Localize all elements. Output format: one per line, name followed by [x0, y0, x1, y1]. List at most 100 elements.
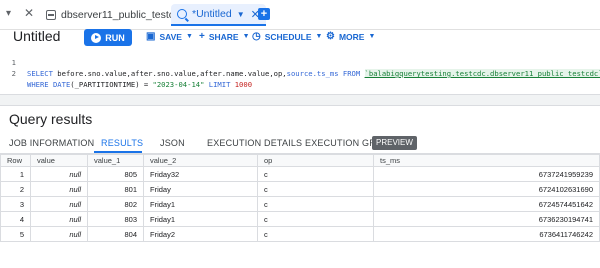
code-text: WHERE DATE(_PARTITIONTIME) = "2023-04-14…	[27, 79, 252, 90]
cell-value-2: Friday1	[143, 196, 258, 212]
cell-value-1: 801	[87, 181, 144, 197]
cell-op: c	[257, 166, 374, 182]
keyword-limit: LIMIT	[204, 80, 235, 89]
schedule-label: SCHEDULE	[264, 31, 312, 42]
cell-op: c	[257, 226, 374, 242]
cell-op: c	[257, 181, 374, 197]
results-table: Row value value_1 value_2 op ts_ms 1 nul…	[0, 154, 600, 242]
table-reference[interactable]: `balabigquerytesting.testcdc.dbserver11_…	[364, 69, 600, 78]
cell-ts-ms: 6736411746242	[373, 226, 600, 242]
cell-value: null	[30, 166, 88, 182]
cell-value: null	[30, 196, 88, 212]
share-icon: +	[199, 31, 205, 42]
cell-value-1: 803	[87, 211, 144, 227]
query-toolbar: Untitled RUN ▣ SAVE ▼ + SHARE ▼ ◷ SCHEDU…	[0, 28, 600, 47]
run-button[interactable]: RUN	[84, 29, 132, 46]
cell-value: null	[30, 211, 88, 227]
cell-value: null	[30, 226, 88, 242]
source-ts-column: source.ts_ms	[286, 69, 339, 78]
save-label: SAVE	[159, 31, 182, 42]
sql-editor[interactable]: 1 SELECT before.sno.value,after.sno.valu…	[0, 46, 600, 92]
save-button[interactable]: ▣ SAVE ▼	[146, 31, 193, 42]
tab-json[interactable]: JSON	[160, 138, 185, 148]
chevron-down-icon: ▼	[368, 33, 376, 40]
schedule-button[interactable]: ◷ SCHEDULE ▼	[252, 31, 322, 42]
column-header-value: value	[30, 154, 88, 167]
cell-value-2: Friday2	[143, 226, 258, 242]
play-icon	[91, 32, 102, 43]
new-tab-button[interactable]: +	[258, 8, 270, 20]
share-label: SHARE	[208, 31, 239, 42]
function-date: DATE	[48, 80, 71, 89]
row-number: 1	[0, 166, 31, 182]
pane-resize-handle[interactable]	[0, 94, 600, 106]
limit-value: 1000	[234, 80, 253, 89]
column-header-row: Row	[0, 154, 31, 167]
active-tab-indicator	[94, 151, 142, 153]
column-header-op: op	[257, 154, 374, 167]
column-header-value-1: value_1	[87, 154, 144, 167]
keyword-select: SELECT	[27, 69, 53, 78]
chevron-down-icon: ▼	[315, 33, 323, 40]
run-label: RUN	[105, 32, 125, 43]
query-results-title: Query results	[9, 111, 93, 127]
results-tabs: JOB INFORMATION RESULTS JSON EXECUTION D…	[0, 132, 600, 154]
table-row: 5 null 804 Friday2 c 6736411746242	[0, 226, 600, 242]
cell-ts-ms: 6724102631690	[373, 181, 600, 197]
chevron-down-icon[interactable]: ▾	[6, 8, 11, 19]
cell-op: c	[257, 196, 374, 212]
row-number: 2	[0, 181, 31, 197]
table-icon	[46, 10, 56, 20]
column-header-value-2: value_2	[143, 154, 258, 167]
table-row: 3 null 802 Friday1 c 6724574451642	[0, 196, 600, 212]
tab-execution-details[interactable]: EXECUTION DETAILS	[207, 138, 302, 148]
more-label: MORE	[338, 31, 365, 42]
table-row: 2 null 801 Friday c 6724102631690	[0, 181, 600, 197]
cell-ts-ms: 6737241959239	[373, 166, 600, 182]
share-button[interactable]: + SHARE ▼	[199, 31, 250, 42]
keyword-where: WHERE	[27, 80, 49, 89]
table-row: 1 null 805 Friday32 c 6737241959239	[0, 166, 600, 182]
save-icon: ▣	[146, 31, 156, 42]
query-icon	[177, 9, 187, 19]
cell-value-1: 802	[87, 196, 144, 212]
row-number: 5	[0, 226, 31, 242]
query-title: Untitled	[13, 28, 61, 44]
close-icon[interactable]: ✕	[24, 6, 34, 20]
date-string: "2023-04-14"	[152, 80, 205, 89]
editor-line: 1 SELECT before.sno.value,after.sno.valu…	[0, 46, 600, 78]
cell-ts-ms: 6724574451642	[373, 196, 600, 212]
keyword-from: FROM	[338, 69, 365, 78]
cell-value-2: Friday	[143, 181, 258, 197]
preview-badge: PREVIEW	[372, 136, 417, 150]
partition-arg: (_PARTITIONTIME) =	[70, 80, 153, 89]
tab-bar: ▾ ✕ dbserver11_public_testcdc ▼ ✕ *Untit…	[0, 0, 600, 30]
tab-results[interactable]: RESULTS	[101, 138, 143, 148]
table-header-row: Row value value_1 value_2 op ts_ms	[0, 154, 600, 167]
cell-value-1: 805	[87, 166, 144, 182]
tab-untitled[interactable]: *Untitled ▼ ✕	[171, 4, 266, 26]
gear-icon: ⚙	[326, 31, 335, 42]
editor-line: 2 WHERE DATE(_PARTITIONTIME) = "2023-04-…	[0, 57, 252, 89]
line-number: 2	[11, 69, 16, 78]
cell-value-1: 804	[87, 226, 144, 242]
cell-value: null	[30, 181, 88, 197]
chevron-down-icon: ▼	[185, 33, 193, 40]
chevron-down-icon: ▼	[242, 33, 250, 40]
code-text: SELECT before.sno.value,after.sno.value,…	[27, 68, 600, 79]
row-number: 3	[0, 196, 31, 212]
cell-ts-ms: 6736230194741	[373, 211, 600, 227]
column-list: before.sno.value,after.sno.value,after.n…	[52, 69, 287, 78]
cell-value-2: Friday1	[143, 211, 258, 227]
cell-value-2: Friday32	[143, 166, 258, 182]
chevron-down-icon[interactable]: ▼	[237, 10, 245, 19]
tab-job-information[interactable]: JOB INFORMATION	[9, 138, 94, 148]
row-number: 4	[0, 211, 31, 227]
table-row: 4 null 803 Friday1 c 6736230194741	[0, 211, 600, 227]
tab-label: dbserver11_public_testcdc	[61, 9, 186, 21]
tab-label: *Untitled	[192, 8, 232, 20]
clock-icon: ◷	[252, 31, 261, 42]
more-button[interactable]: ⚙ MORE ▼	[326, 31, 375, 42]
column-header-ts-ms: ts_ms	[373, 154, 600, 167]
cell-op: c	[257, 211, 374, 227]
